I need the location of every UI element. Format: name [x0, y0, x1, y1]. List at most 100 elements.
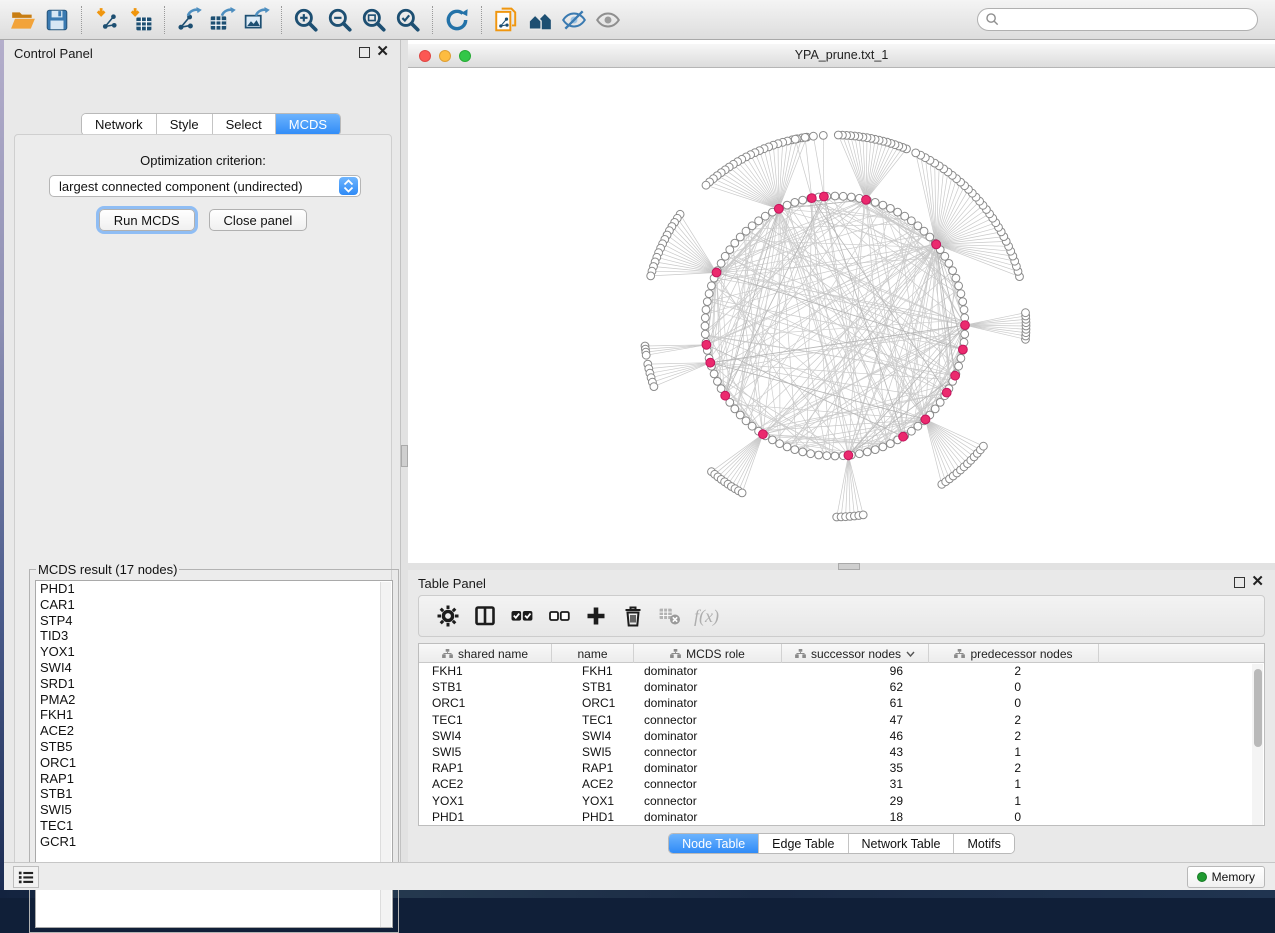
cell-mcds_role: dominator	[634, 728, 782, 744]
mcds-result-item[interactable]: ORC1	[36, 755, 392, 771]
mcds-result-item[interactable]: FKH1	[36, 707, 392, 723]
show-all-button[interactable]	[591, 4, 625, 36]
table-scrollbar-thumb[interactable]	[1254, 669, 1262, 747]
run-mcds-button[interactable]: Run MCDS	[99, 209, 195, 231]
float-panel-icon[interactable]	[1234, 577, 1245, 588]
refresh-icon	[444, 7, 470, 33]
cell-mcds_role: dominator	[634, 663, 782, 679]
control-panel-titlebar: Control Panel ✕	[4, 40, 400, 66]
tab-motifs[interactable]: Motifs	[954, 834, 1013, 853]
table-row[interactable]: STB1STB1dominator620	[419, 679, 1264, 695]
add-button[interactable]	[579, 599, 612, 633]
column-header-shared-name[interactable]: shared name	[419, 644, 552, 663]
unselect-all-button[interactable]	[542, 599, 575, 633]
mcds-result-item[interactable]: GCR1	[36, 834, 392, 850]
tab-select[interactable]: Select	[213, 114, 276, 135]
table-row[interactable]: SWI5SWI5connector431	[419, 744, 1264, 760]
column-tree-icon	[670, 649, 681, 658]
zoom-fit-button[interactable]	[357, 4, 391, 36]
column-header-successor-nodes[interactable]: successor nodes	[782, 644, 929, 663]
open-folder-button[interactable]	[6, 4, 40, 36]
cell-successor_nodes: 18	[782, 809, 929, 825]
tab-network-table[interactable]: Network Table	[849, 834, 955, 853]
tab-edge-table[interactable]: Edge Table	[759, 834, 848, 853]
float-panel-icon[interactable]	[359, 47, 370, 58]
zoom-selected-button[interactable]	[391, 4, 425, 36]
cell-shared_name: ORC1	[419, 695, 552, 711]
table-row[interactable]: SWI4SWI4dominator462	[419, 728, 1264, 744]
refresh-button[interactable]	[440, 4, 474, 36]
mcds-result-item[interactable]: STB5	[36, 739, 392, 755]
network-graph-canvas[interactable]	[408, 68, 1275, 563]
close-panel-button[interactable]: Close panel	[209, 209, 308, 231]
cell-successor_nodes: 47	[782, 712, 929, 728]
first-neighbors-button[interactable]	[523, 4, 557, 36]
table-row[interactable]: RAP1RAP1dominator352	[419, 760, 1264, 776]
mcds-result-item[interactable]: TID3	[36, 628, 392, 644]
cell-predecessor_nodes: 1	[929, 776, 1099, 792]
horizontal-splitter-grip[interactable]	[838, 563, 860, 570]
table-row[interactable]: FKH1FKH1dominator962	[419, 663, 1264, 679]
export-image-icon	[244, 7, 270, 33]
criterion-dropdown[interactable]: largest connected component (undirected)	[49, 175, 361, 197]
column-header-name[interactable]: name	[552, 644, 634, 663]
cell-name: SWI5	[552, 744, 634, 760]
table-row[interactable]: PHD1PHD1dominator180	[419, 809, 1264, 825]
search-icon	[985, 12, 1000, 27]
zoom-in-button[interactable]	[289, 4, 323, 36]
network-window-titlebar[interactable]: YPA_prune.txt_1	[408, 44, 1275, 68]
export-image-button[interactable]	[240, 4, 274, 36]
ui-settings-menu-button[interactable]	[13, 866, 39, 888]
mcds-result-item[interactable]: STB1	[36, 786, 392, 802]
column-header-MCDS-role[interactable]: MCDS role	[634, 644, 782, 663]
table-row[interactable]: ACE2ACE2connector311	[419, 776, 1264, 792]
table-row[interactable]: ORC1ORC1dominator610	[419, 695, 1264, 711]
cell-successor_nodes: 35	[782, 760, 929, 776]
column-header-predecessor-nodes[interactable]: predecessor nodes	[929, 644, 1099, 663]
gear-button[interactable]	[431, 599, 464, 633]
cell-mcds_role: dominator	[634, 695, 782, 711]
import-network-button[interactable]	[89, 4, 123, 36]
search-input[interactable]	[1000, 11, 1257, 29]
delete-button[interactable]	[616, 599, 649, 633]
cell-name: SWI4	[552, 728, 634, 744]
mcds-result-item[interactable]: SWI4	[36, 660, 392, 676]
tab-node-table[interactable]: Node Table	[669, 834, 759, 853]
mcds-result-item[interactable]: CAR1	[36, 597, 392, 613]
close-panel-icon[interactable]: ✕	[1251, 574, 1264, 589]
cell-mcds_role: dominator	[634, 760, 782, 776]
tab-mcds[interactable]: MCDS	[276, 114, 340, 135]
import-table-button[interactable]	[123, 4, 157, 36]
close-panel-icon[interactable]: ✕	[376, 44, 389, 59]
columns-button[interactable]	[468, 599, 501, 633]
mcds-result-item[interactable]: ACE2	[36, 723, 392, 739]
share-document-button[interactable]	[489, 4, 523, 36]
export-network-button[interactable]	[172, 4, 206, 36]
mcds-result-item[interactable]: YOX1	[36, 644, 392, 660]
vertical-splitter-grip[interactable]	[401, 445, 408, 467]
save-button[interactable]	[40, 4, 74, 36]
fx-icon: f(x)	[694, 606, 719, 627]
search-box[interactable]	[977, 8, 1258, 31]
export-table-button[interactable]	[206, 4, 240, 36]
mcds-result-item[interactable]: PHD1	[36, 581, 392, 597]
mcds-result-item[interactable]: PMA2	[36, 692, 392, 708]
zoom-out-button[interactable]	[323, 4, 357, 36]
select-all-button[interactable]	[505, 599, 538, 633]
mcds-result-item[interactable]: RAP1	[36, 771, 392, 787]
vertical-splitter[interactable]	[401, 40, 408, 862]
memory-button[interactable]: Memory	[1187, 866, 1265, 888]
mcds-result-item[interactable]: SRD1	[36, 676, 392, 692]
hide-selected-button[interactable]	[557, 4, 591, 36]
cell-name: YOX1	[552, 793, 634, 809]
tab-network[interactable]: Network	[82, 114, 157, 135]
table-row[interactable]: TEC1TEC1connector472	[419, 712, 1264, 728]
horizontal-splitter[interactable]	[408, 563, 1275, 570]
table-scrollbar[interactable]	[1252, 664, 1263, 825]
table-row[interactable]: YOX1YOX1connector291	[419, 793, 1264, 809]
mcds-result-item[interactable]: SWI5	[36, 802, 392, 818]
tab-style[interactable]: Style	[157, 114, 213, 135]
mcds-result-item[interactable]: STP4	[36, 613, 392, 629]
table-panel-titlebar: Table Panel ✕	[408, 570, 1275, 596]
mcds-result-item[interactable]: TEC1	[36, 818, 392, 834]
